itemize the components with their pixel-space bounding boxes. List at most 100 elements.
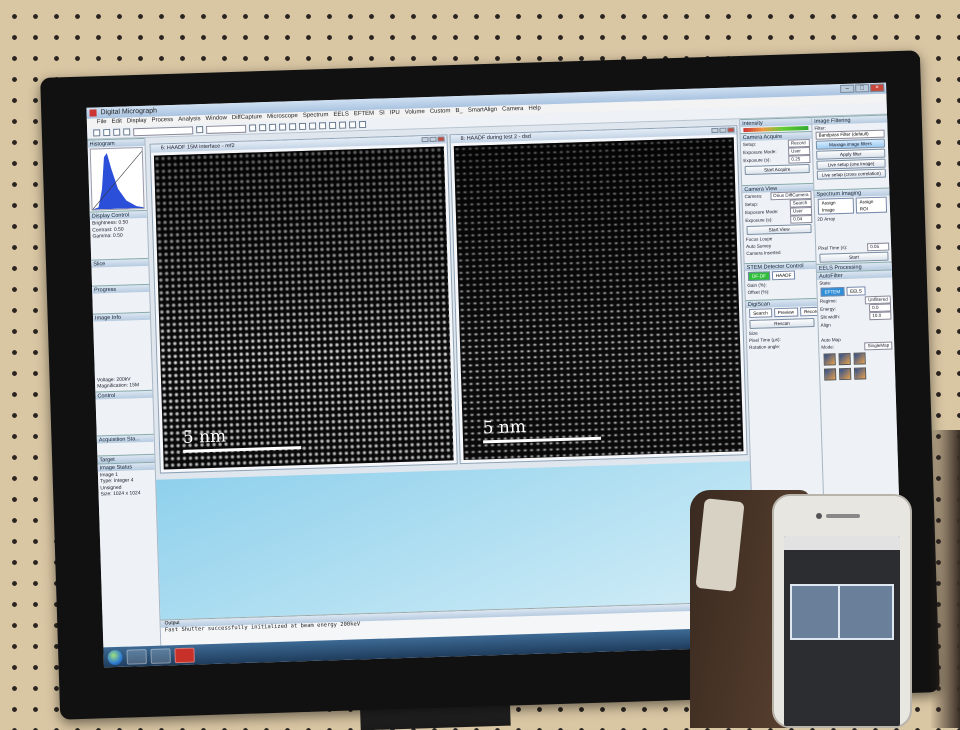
tool-icon[interactable] [288, 123, 297, 131]
exposure-input[interactable]: 0.25 [788, 154, 811, 164]
image-status-body: Image 1 Type: Integer 4 Unsigned Size: 1… [98, 469, 156, 499]
menu-spectrum[interactable]: Spectrum [303, 111, 329, 121]
menu-help[interactable]: Help [528, 104, 541, 113]
save-icon[interactable] [196, 126, 204, 134]
assign-image-button[interactable]: Assign Image [817, 197, 854, 215]
digital-micrograph-icon[interactable] [174, 647, 195, 663]
phone-screen-header [784, 536, 900, 550]
map-thumbnail[interactable] [823, 353, 836, 366]
menu-diffcapture[interactable]: DiffCapture [232, 113, 263, 123]
tool-icon[interactable] [308, 122, 317, 130]
exposure-label: Exposure (s): [743, 157, 771, 164]
tool-icon[interactable] [249, 124, 257, 132]
display-control-body: Brightness: 0.50 Contrast: 0.50 Gamma: 0… [90, 218, 148, 241]
menu-b[interactable]: B_ [455, 107, 463, 116]
acquisition-state-title[interactable]: Acquisition Sta... [96, 433, 154, 444]
histogram-plot [89, 146, 145, 211]
eels-mode-button[interactable]: EELS [845, 286, 867, 296]
toolbar-icon[interactable] [113, 128, 121, 136]
menu-display[interactable]: Display [127, 117, 147, 127]
search-scan-button[interactable]: Search [749, 308, 772, 318]
menu-smartalign[interactable]: SmartAlign [468, 106, 498, 116]
image-window-1[interactable]: 6: HAADF 15M interface - ref2 5 nm [149, 134, 458, 474]
toolbar-icon[interactable] [123, 128, 131, 136]
toolbar-select[interactable] [206, 124, 247, 134]
tool-icon[interactable] [358, 120, 367, 129]
tool-icon[interactable] [298, 122, 307, 131]
haadf-lattice-image-1[interactable]: 5 nm [153, 146, 454, 470]
assign-roi-button[interactable]: Assign ROI [855, 196, 888, 214]
mode-select[interactable]: SingleMap [864, 341, 893, 351]
close-button[interactable]: × [870, 83, 885, 93]
maximize-icon[interactable] [719, 127, 727, 133]
media-icon[interactable] [150, 647, 171, 664]
control-title[interactable]: Control [95, 389, 153, 400]
image-info-body: Voltage: 200kV Magnification: 15M [93, 319, 152, 391]
df-detector-button[interactable]: DF-DF [747, 271, 770, 282]
menu-volume[interactable]: Volume [405, 108, 425, 118]
camera-inserted-row[interactable]: Camera Inserted [744, 248, 815, 257]
menu-custom[interactable]: Custom [430, 107, 451, 117]
tool-icon[interactable] [259, 124, 267, 132]
tool-icon[interactable] [278, 123, 287, 131]
tool-icon[interactable] [318, 122, 327, 130]
tool-icon[interactable] [338, 121, 347, 129]
slit-width-input[interactable]: 10.0 [869, 311, 892, 321]
tool-icon[interactable] [328, 121, 337, 130]
haadf-lattice-image-2[interactable]: 5 nm [453, 137, 744, 461]
start-acquire-button[interactable]: Start Acquire [744, 164, 810, 176]
view-exposure-input[interactable]: 0.04 [790, 214, 813, 224]
camera-inserted-checkbox[interactable]: Camera Inserted [746, 249, 780, 257]
menu-process[interactable]: Process [151, 116, 173, 126]
slice-title[interactable]: Slice [91, 257, 149, 268]
offset-label: Offset (%): [747, 289, 770, 296]
menu-eftem[interactable]: EFTEM [354, 110, 375, 120]
window-controls: – □ × [840, 83, 885, 94]
map-thumbnail[interactable] [823, 368, 837, 381]
eftem-mode-button[interactable]: EFTEM [820, 286, 845, 297]
toolbar-select[interactable] [133, 125, 194, 136]
maximize-icon[interactable] [429, 136, 437, 142]
progress-title[interactable]: Progress [91, 283, 150, 294]
minimize-icon[interactable] [421, 136, 429, 143]
rotation-label: Rotation angle: [749, 344, 781, 350]
phone-speaker [826, 514, 860, 518]
live-setup-cross-button[interactable]: Live setup (cross correlation) [816, 168, 886, 180]
menu-edit[interactable]: Edit [111, 118, 122, 127]
image-window-2[interactable]: 8: HAADF during test 2 - dsd 5 nm [449, 125, 748, 465]
haadf-detector-button[interactable]: HAADF [771, 270, 796, 281]
minimize-icon[interactable] [711, 127, 719, 134]
menu-analysis[interactable]: Analysis [178, 115, 201, 125]
menu-si[interactable]: SI [379, 109, 385, 118]
toolbar-icon[interactable] [93, 129, 101, 137]
start-orb-icon[interactable] [107, 649, 123, 665]
map-thumbnail[interactable] [838, 352, 851, 366]
close-icon[interactable] [727, 127, 735, 133]
map-thumbnail[interactable] [853, 352, 866, 365]
preview-scan-button[interactable]: Preview [773, 307, 799, 318]
tool-icon[interactable] [269, 123, 277, 131]
scale-bar-label-1: 5 nm [182, 426, 227, 448]
menu-ipu[interactable]: IPU [390, 109, 400, 118]
map-thumbnail[interactable] [838, 367, 852, 381]
toolbar-icon[interactable] [103, 128, 111, 137]
menu-eels[interactable]: EELS [333, 110, 349, 119]
menu-window[interactable]: Window [205, 114, 227, 124]
menu-microscope[interactable]: Microscope [267, 112, 298, 122]
menu-camera[interactable]: Camera [502, 105, 524, 115]
phone-screen-preview [790, 584, 894, 640]
scale-bar-1: 5 nm [183, 424, 302, 453]
si-pixel-time-input[interactable]: 0.05 [867, 242, 890, 252]
tool-icon[interactable] [348, 121, 357, 129]
close-icon[interactable] [437, 136, 445, 142]
maximize-button[interactable]: □ [855, 84, 870, 93]
phone-camera-icon [816, 513, 822, 519]
map-thumbnail[interactable] [853, 367, 867, 380]
align-label: Align [820, 322, 831, 328]
filter-label: Filter: [814, 125, 826, 131]
menu-file[interactable]: File [97, 118, 107, 127]
gamma-value[interactable]: Gamma: 0.50 [92, 232, 145, 240]
minimize-button[interactable]: – [840, 84, 855, 94]
image-window-2-controls [711, 127, 735, 134]
folder-icon[interactable] [126, 648, 147, 665]
